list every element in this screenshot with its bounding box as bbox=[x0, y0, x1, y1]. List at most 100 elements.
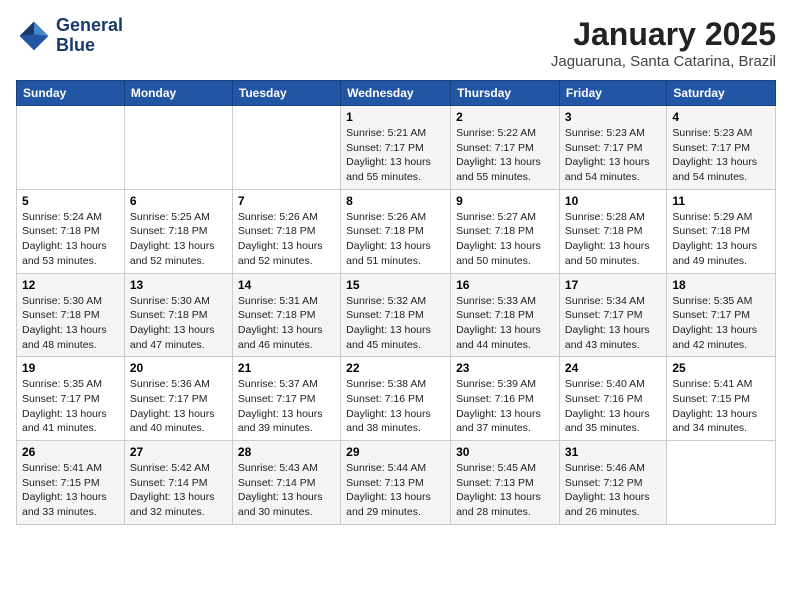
logo-icon bbox=[16, 18, 52, 54]
weekday-header-cell: Saturday bbox=[667, 81, 776, 106]
day-info: Sunrise: 5:36 AM Sunset: 7:17 PM Dayligh… bbox=[130, 377, 227, 436]
day-info: Sunrise: 5:41 AM Sunset: 7:15 PM Dayligh… bbox=[22, 461, 119, 520]
calendar-day-cell: 23 Sunrise: 5:39 AM Sunset: 7:16 PM Dayli… bbox=[451, 357, 560, 441]
calendar-day-cell: 8 Sunrise: 5:26 AM Sunset: 7:18 PM Daylig… bbox=[341, 189, 451, 273]
day-info: Sunrise: 5:45 AM Sunset: 7:13 PM Dayligh… bbox=[456, 461, 554, 520]
weekday-header-cell: Thursday bbox=[451, 81, 560, 106]
day-number: 18 bbox=[672, 278, 770, 292]
calendar-day-cell: 4 Sunrise: 5:23 AM Sunset: 7:17 PM Daylig… bbox=[667, 106, 776, 190]
day-number: 6 bbox=[130, 194, 227, 208]
weekday-header-cell: Tuesday bbox=[232, 81, 340, 106]
day-number: 14 bbox=[238, 278, 335, 292]
day-info: Sunrise: 5:42 AM Sunset: 7:14 PM Dayligh… bbox=[130, 461, 227, 520]
day-info: Sunrise: 5:39 AM Sunset: 7:16 PM Dayligh… bbox=[456, 377, 554, 436]
month-title: January 2025 bbox=[551, 16, 776, 53]
calendar-day-cell: 20 Sunrise: 5:36 AM Sunset: 7:17 PM Dayli… bbox=[124, 357, 232, 441]
calendar-week-row: 5 Sunrise: 5:24 AM Sunset: 7:18 PM Daylig… bbox=[17, 189, 776, 273]
day-number: 26 bbox=[22, 445, 119, 459]
calendar-day-cell: 29Sunrise: 5:44 AM Sunset: 7:13 PM Dayli… bbox=[341, 441, 451, 525]
weekday-header-cell: Wednesday bbox=[341, 81, 451, 106]
day-info: Sunrise: 5:23 AM Sunset: 7:17 PM Dayligh… bbox=[672, 126, 770, 185]
calendar-day-cell: 19Sunrise: 5:35 AM Sunset: 7:17 PM Dayli… bbox=[17, 357, 125, 441]
day-number: 29 bbox=[346, 445, 445, 459]
calendar-day-cell: 30 Sunrise: 5:45 AM Sunset: 7:13 PM Dayli… bbox=[451, 441, 560, 525]
calendar-day-cell: 2 Sunrise: 5:22 AM Sunset: 7:17 PM Daylig… bbox=[451, 106, 560, 190]
logo-text: General Blue bbox=[56, 16, 123, 56]
calendar-day-cell: 5 Sunrise: 5:24 AM Sunset: 7:18 PM Daylig… bbox=[17, 189, 125, 273]
day-info: Sunrise: 5:35 AM Sunset: 7:17 PM Dayligh… bbox=[672, 294, 770, 353]
calendar-table: SundayMondayTuesdayWednesdayThursdayFrid… bbox=[16, 80, 776, 525]
logo: General Blue bbox=[16, 16, 123, 56]
page-header: General Blue January 2025 Jaguaruna, San… bbox=[16, 16, 776, 70]
calendar-day-cell: 26 Sunrise: 5:41 AM Sunset: 7:15 PM Dayli… bbox=[17, 441, 125, 525]
calendar-week-row: 19Sunrise: 5:35 AM Sunset: 7:17 PM Dayli… bbox=[17, 357, 776, 441]
day-number: 4 bbox=[672, 110, 770, 124]
day-number: 19 bbox=[22, 361, 119, 375]
day-info: Sunrise: 5:40 AM Sunset: 7:16 PM Dayligh… bbox=[565, 377, 661, 436]
day-number: 11 bbox=[672, 194, 770, 208]
calendar-day-cell bbox=[667, 441, 776, 525]
day-number: 21 bbox=[238, 361, 335, 375]
day-info: Sunrise: 5:43 AM Sunset: 7:14 PM Dayligh… bbox=[238, 461, 335, 520]
calendar-day-cell: 27 Sunrise: 5:42 AM Sunset: 7:14 PM Dayli… bbox=[124, 441, 232, 525]
day-number: 8 bbox=[346, 194, 445, 208]
calendar-day-cell: 1 Sunrise: 5:21 AM Sunset: 7:17 PM Daylig… bbox=[341, 106, 451, 190]
calendar-day-cell bbox=[232, 106, 340, 190]
day-number: 2 bbox=[456, 110, 554, 124]
day-info: Sunrise: 5:28 AM Sunset: 7:18 PM Dayligh… bbox=[565, 210, 661, 269]
day-number: 23 bbox=[456, 361, 554, 375]
day-number: 27 bbox=[130, 445, 227, 459]
day-number: 17 bbox=[565, 278, 661, 292]
day-info: Sunrise: 5:38 AM Sunset: 7:16 PM Dayligh… bbox=[346, 377, 445, 436]
day-info: Sunrise: 5:26 AM Sunset: 7:18 PM Dayligh… bbox=[346, 210, 445, 269]
day-info: Sunrise: 5:34 AM Sunset: 7:17 PM Dayligh… bbox=[565, 294, 661, 353]
day-number: 9 bbox=[456, 194, 554, 208]
calendar-day-cell: 14 Sunrise: 5:31 AM Sunset: 7:18 PM Dayli… bbox=[232, 273, 340, 357]
day-info: Sunrise: 5:33 AM Sunset: 7:18 PM Dayligh… bbox=[456, 294, 554, 353]
day-info: Sunrise: 5:22 AM Sunset: 7:17 PM Dayligh… bbox=[456, 126, 554, 185]
day-info: Sunrise: 5:24 AM Sunset: 7:18 PM Dayligh… bbox=[22, 210, 119, 269]
calendar-day-cell: 17 Sunrise: 5:34 AM Sunset: 7:17 PM Dayli… bbox=[559, 273, 666, 357]
day-info: Sunrise: 5:29 AM Sunset: 7:18 PM Dayligh… bbox=[672, 210, 770, 269]
day-number: 13 bbox=[130, 278, 227, 292]
weekday-header-row: SundayMondayTuesdayWednesdayThursdayFrid… bbox=[17, 81, 776, 106]
day-number: 15 bbox=[346, 278, 445, 292]
day-number: 16 bbox=[456, 278, 554, 292]
weekday-header-cell: Monday bbox=[124, 81, 232, 106]
calendar-week-row: 12 Sunrise: 5:30 AM Sunset: 7:18 PM Dayli… bbox=[17, 273, 776, 357]
day-number: 20 bbox=[130, 361, 227, 375]
day-number: 30 bbox=[456, 445, 554, 459]
calendar-day-cell: 9Sunrise: 5:27 AM Sunset: 7:18 PM Daylig… bbox=[451, 189, 560, 273]
day-info: Sunrise: 5:37 AM Sunset: 7:17 PM Dayligh… bbox=[238, 377, 335, 436]
day-number: 3 bbox=[565, 110, 661, 124]
calendar-day-cell: 28Sunrise: 5:43 AM Sunset: 7:14 PM Dayli… bbox=[232, 441, 340, 525]
calendar-day-cell bbox=[17, 106, 125, 190]
day-number: 31 bbox=[565, 445, 661, 459]
location: Jaguaruna, Santa Catarina, Brazil bbox=[551, 53, 776, 70]
calendar-day-cell bbox=[124, 106, 232, 190]
day-info: Sunrise: 5:30 AM Sunset: 7:18 PM Dayligh… bbox=[22, 294, 119, 353]
day-info: Sunrise: 5:25 AM Sunset: 7:18 PM Dayligh… bbox=[130, 210, 227, 269]
calendar-day-cell: 18 Sunrise: 5:35 AM Sunset: 7:17 PM Dayli… bbox=[667, 273, 776, 357]
day-info: Sunrise: 5:32 AM Sunset: 7:18 PM Dayligh… bbox=[346, 294, 445, 353]
calendar-day-cell: 13 Sunrise: 5:30 AM Sunset: 7:18 PM Dayli… bbox=[124, 273, 232, 357]
day-number: 22 bbox=[346, 361, 445, 375]
day-info: Sunrise: 5:31 AM Sunset: 7:18 PM Dayligh… bbox=[238, 294, 335, 353]
day-number: 12 bbox=[22, 278, 119, 292]
calendar-week-row: 1 Sunrise: 5:21 AM Sunset: 7:17 PM Daylig… bbox=[17, 106, 776, 190]
title-block: January 2025 Jaguaruna, Santa Catarina, … bbox=[551, 16, 776, 70]
day-info: Sunrise: 5:46 AM Sunset: 7:12 PM Dayligh… bbox=[565, 461, 661, 520]
calendar-day-cell: 22 Sunrise: 5:38 AM Sunset: 7:16 PM Dayli… bbox=[341, 357, 451, 441]
day-number: 5 bbox=[22, 194, 119, 208]
calendar-body: 1 Sunrise: 5:21 AM Sunset: 7:17 PM Daylig… bbox=[17, 106, 776, 525]
day-info: Sunrise: 5:26 AM Sunset: 7:18 PM Dayligh… bbox=[238, 210, 335, 269]
weekday-header-cell: Friday bbox=[559, 81, 666, 106]
day-number: 24 bbox=[565, 361, 661, 375]
weekday-header-cell: Sunday bbox=[17, 81, 125, 106]
calendar-week-row: 26 Sunrise: 5:41 AM Sunset: 7:15 PM Dayli… bbox=[17, 441, 776, 525]
day-info: Sunrise: 5:21 AM Sunset: 7:17 PM Dayligh… bbox=[346, 126, 445, 185]
calendar-day-cell: 11 Sunrise: 5:29 AM Sunset: 7:18 PM Dayli… bbox=[667, 189, 776, 273]
calendar-day-cell: 21 Sunrise: 5:37 AM Sunset: 7:17 PM Dayli… bbox=[232, 357, 340, 441]
day-number: 1 bbox=[346, 110, 445, 124]
day-info: Sunrise: 5:30 AM Sunset: 7:18 PM Dayligh… bbox=[130, 294, 227, 353]
